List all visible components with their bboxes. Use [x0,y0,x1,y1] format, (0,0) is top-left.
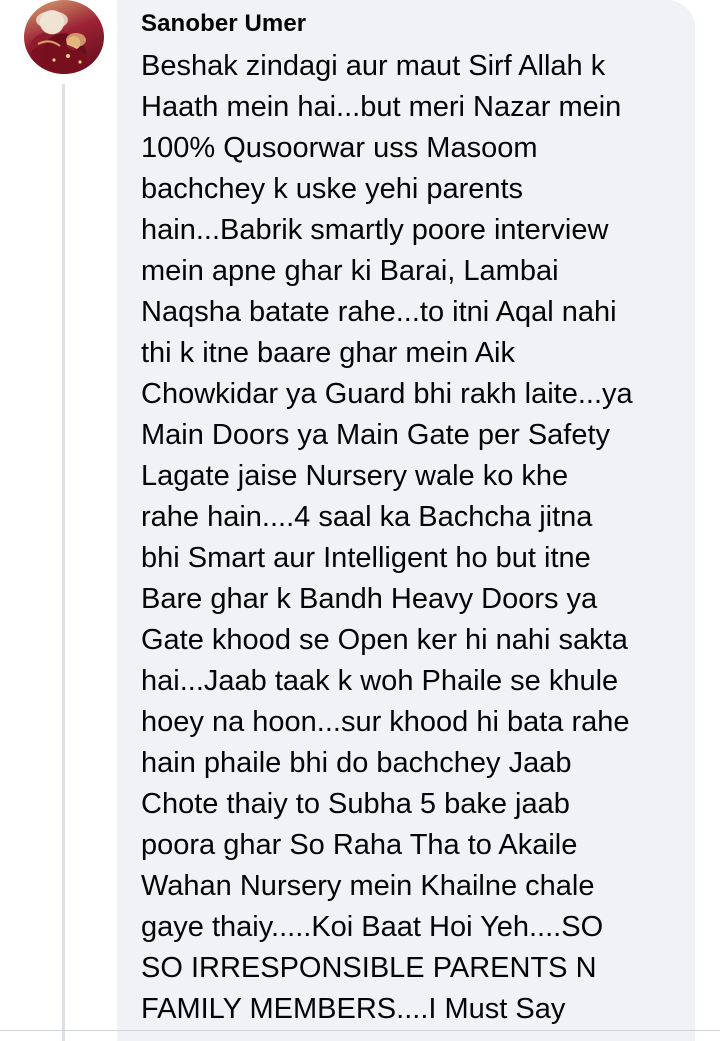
comment-text-line: hoey na hoon...sur khood hi bata rahe [141,706,630,738]
reply-thread-line [62,84,65,1041]
comment-page: Sanober Umer Beshak zindagi aur maut Sir… [0,0,720,1041]
profile-photo-avatar-icon [28,11,100,74]
comment-text-line: Lagate jaise Nursery wale ko khe [141,460,569,492]
comment-text-line: Bare ghar k Bandh Heavy Doors ya [141,583,598,615]
comment-author-name[interactable]: Sanober Umer [141,8,673,40]
comment-text-line: 100% Qusoorwar uss Masoom [141,132,538,164]
comment-text-line: bhi Smart aur Intelligent ho but itne [141,542,591,574]
comment-text-line: Chote thaiy to Subha 5 bake jaab [141,788,570,820]
comment-text-line: Gate khood se Open ker hi nahi sakta [141,624,628,656]
comment-text-line: Beshak zindagi aur maut Sirf Allah k [141,50,606,82]
comment-text-line: bachchey k uske yehi parents [141,173,524,205]
avatar[interactable] [24,0,104,74]
comment-text-line: Chowkidar ya Guard bhi rakh laite...ya [141,378,633,410]
comment-text-line: poora ghar So Raha Tha to Akaile [141,829,578,861]
comment-text-line: hain...Babrik smartly poore interview [141,214,609,246]
divider [0,1030,720,1031]
comment-text-line: hai...Jaab taak k woh Phaile se khule [141,665,619,697]
comment-text-line: Haath mein hai...but meri Nazar mein [141,91,622,123]
comment-text-line: SO IRRESPONSIBLE PARENTS N [141,952,597,984]
comment-text-line: gaye thaiy.....Koi Baat Hoi Yeh....SO [141,911,604,943]
comment-text-line: hain phaile bhi do bachchey Jaab [141,747,572,779]
comment-text-line: rahe hain....4 saal ka Bachcha jitna [141,501,593,533]
comment-text: Beshak zindagi aur maut Sirf Allah k Haat… [141,46,673,1030]
comment-text-line: Wahan Nursery mein Khailne chale [141,870,595,902]
comment-text-line: thi k itne baare ghar mein Aik [141,337,515,369]
comment-text-line: mein apne ghar ki Barai, Lambai [141,255,559,287]
comment-text-line: Main Doors ya Main Gate per Safety [141,419,611,451]
comment-bubble: Sanober Umer Beshak zindagi aur maut Sir… [117,0,695,1041]
comment-text-line: Naqsha batate rahe...to itni Aqal nahi [141,296,617,328]
comment-text-line: FAMILY MEMBERS....I Must Say [141,993,566,1025]
